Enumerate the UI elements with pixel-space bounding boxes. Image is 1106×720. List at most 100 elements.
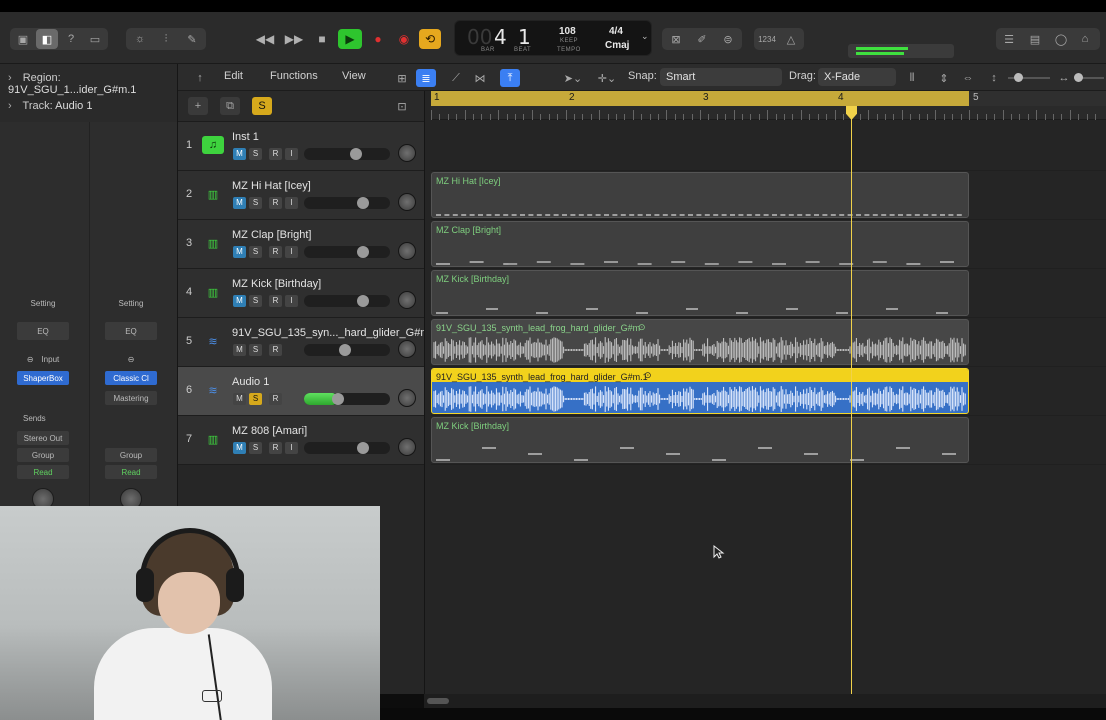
- audio-region[interactable]: 91V_SGU_135_synth_lead_frog_hard_glider_…: [431, 319, 969, 365]
- track-lane[interactable]: MZ Hi Hat [Icey]: [431, 171, 1106, 220]
- metronome-icon[interactable]: △: [780, 29, 802, 49]
- midi-region[interactable]: MZ Kick [Birthday]: [431, 417, 969, 463]
- input-slot-left[interactable]: ⊖ Input: [17, 352, 69, 366]
- track-name[interactable]: MZ Clap [Bright]: [232, 229, 311, 241]
- snap-select[interactable]: Smart: [660, 68, 782, 86]
- pan-knob[interactable]: [398, 438, 416, 456]
- up-arrow-icon[interactable]: ↑: [190, 69, 210, 87]
- automation-icon[interactable]: ⟋: [446, 69, 466, 87]
- track-row[interactable]: 1 ♫ Inst 1 M S R I: [178, 122, 424, 171]
- track-row[interactable]: 4 ▥ MZ Kick [Birthday] M S R I: [178, 269, 424, 318]
- inspector-toggle-icon[interactable]: ◧: [36, 29, 58, 49]
- midi-region[interactable]: MZ Hi Hat [Icey]: [431, 172, 969, 218]
- input-monitor-button[interactable]: I: [285, 295, 298, 307]
- catch-playhead-icon[interactable]: ⤒: [500, 69, 520, 87]
- automation-mode-left[interactable]: Read: [17, 465, 69, 479]
- mute-button[interactable]: M: [233, 197, 246, 209]
- cycle-icon[interactable]: ⟲: [419, 29, 441, 49]
- record-icon[interactable]: ●: [368, 29, 388, 49]
- editors-icon[interactable]: ✎: [180, 29, 204, 49]
- horizontal-zoom-icon[interactable]: ↔: [1054, 69, 1074, 87]
- tracks-area[interactable]: 1 2 3 4 5 MZ Hi Hat [Icey] MZ Clap [Brig…: [424, 91, 1106, 694]
- fader-cap[interactable]: [357, 442, 369, 454]
- input-monitor-button[interactable]: I: [285, 197, 298, 209]
- fast-forward-icon[interactable]: ▶▶: [284, 29, 304, 49]
- mute-button[interactable]: M: [233, 442, 246, 454]
- audio-region-selected[interactable]: 91V_SGU_135_synth_lead_frog_hard_glider_…: [431, 368, 969, 414]
- solo-button[interactable]: S: [249, 246, 262, 258]
- midi-region[interactable]: MZ Kick [Birthday]: [431, 270, 969, 316]
- volume-fader[interactable]: [304, 442, 390, 454]
- track-lane[interactable]: MZ Kick [Birthday]: [431, 416, 1106, 465]
- rewind-icon[interactable]: ◀◀: [255, 29, 275, 49]
- track-name[interactable]: Inst 1: [232, 131, 259, 143]
- mute-button[interactable]: M: [233, 393, 246, 405]
- vertical-fit-icon[interactable]: ⇕: [934, 69, 954, 87]
- fader-cap[interactable]: [357, 295, 369, 307]
- pointer-tool-icon[interactable]: ➤⌄: [558, 69, 588, 87]
- track-lane[interactable]: MZ Kick [Birthday]: [431, 269, 1106, 318]
- pan-knob[interactable]: [398, 144, 416, 162]
- autopunch-icon[interactable]: ✐: [690, 29, 714, 49]
- record-enable-button[interactable]: R: [269, 148, 282, 160]
- playhead[interactable]: [851, 106, 852, 696]
- eq-display-left[interactable]: EQ: [17, 322, 69, 340]
- global-solo-button[interactable]: S: [252, 97, 272, 115]
- pan-knob[interactable]: [398, 242, 416, 260]
- record-enable-button[interactable]: R: [269, 344, 282, 356]
- pan-knob[interactable]: [398, 340, 416, 358]
- cycle-ruler[interactable]: 1 2 3 4: [431, 91, 969, 106]
- track-lane[interactable]: [431, 122, 1106, 171]
- view-menu[interactable]: View: [342, 70, 366, 82]
- ruler-extension[interactable]: 5: [969, 91, 1106, 106]
- setting-button-right[interactable]: Setting: [105, 296, 157, 310]
- track-lane[interactable]: 91V_SGU_135_synth_lead_frog_hard_glider_…: [431, 367, 1106, 416]
- count-in-icon[interactable]: 1234: [756, 29, 778, 49]
- track-row[interactable]: 5 ≋ 91V_SGU_135_syn..._hard_glider_G#m M…: [178, 318, 430, 367]
- plugin-slot-mastering[interactable]: Mastering: [105, 391, 157, 405]
- low-latency-icon[interactable]: ⊠: [664, 29, 688, 49]
- pan-knob[interactable]: [398, 291, 416, 309]
- fader-cap[interactable]: [357, 197, 369, 209]
- add-track-icon[interactable]: +: [188, 97, 208, 115]
- track-row-selected[interactable]: 6 ≋ Audio 1 M S R: [178, 367, 424, 416]
- mute-button[interactable]: M: [233, 246, 246, 258]
- plugin-slot-shaperbox[interactable]: ShaperBox: [17, 371, 69, 385]
- record-enable-button[interactable]: R: [269, 393, 282, 405]
- replace-icon[interactable]: ⊜: [716, 29, 740, 49]
- track-name[interactable]: MZ Kick [Birthday]: [232, 278, 321, 290]
- volume-fader[interactable]: [304, 148, 390, 160]
- volume-fader[interactable]: [304, 246, 390, 258]
- track-row[interactable]: 2 ▥ MZ Hi Hat [Icey] M S R I: [178, 171, 424, 220]
- track-lane[interactable]: MZ Clap [Bright]: [431, 220, 1106, 269]
- track-name[interactable]: MZ Hi Hat [Icey]: [232, 180, 311, 192]
- fader-cap[interactable]: [357, 246, 369, 258]
- solo-button[interactable]: S: [249, 393, 262, 405]
- horizontal-scrollbar[interactable]: [424, 694, 1106, 708]
- record-enable-button[interactable]: R: [269, 197, 282, 209]
- pan-knob[interactable]: [398, 193, 416, 211]
- volume-fader[interactable]: [304, 295, 390, 307]
- mixer-icon[interactable]: ⫶: [154, 29, 178, 49]
- notepad-icon[interactable]: ▤: [1024, 29, 1046, 49]
- mute-button[interactable]: M: [233, 344, 246, 356]
- pencil-tool-icon[interactable]: ✛⌄: [592, 69, 622, 87]
- lcd-display[interactable]: 00 4 1 BAR BEAT 108 KEEP TEMPO 4/4 Cmaj …: [454, 20, 652, 56]
- list-view-icon[interactable]: ≣: [416, 69, 436, 87]
- record-enable-button[interactable]: R: [269, 442, 282, 454]
- mute-button[interactable]: M: [233, 148, 246, 160]
- stop-icon[interactable]: ■: [312, 29, 332, 49]
- setting-button-left[interactable]: Setting: [17, 296, 69, 310]
- volume-fader[interactable]: [304, 393, 390, 405]
- loop-browser-icon[interactable]: ◯: [1050, 29, 1072, 49]
- vertical-zoom-icon[interactable]: ↕: [984, 69, 1004, 87]
- solo-button[interactable]: S: [249, 148, 262, 160]
- record-enable-button[interactable]: R: [269, 295, 282, 307]
- lcd-dropdown-chevron-icon[interactable]: ⌄: [641, 31, 649, 42]
- track-name[interactable]: MZ 808 [Amari]: [232, 425, 307, 437]
- input-monitor-button[interactable]: I: [285, 246, 298, 258]
- play-icon[interactable]: ▶: [338, 29, 362, 49]
- fader-cap[interactable]: [350, 148, 362, 160]
- flex-icon[interactable]: ⋈: [470, 69, 490, 87]
- horizontal-fit-icon[interactable]: ⇔: [958, 69, 978, 87]
